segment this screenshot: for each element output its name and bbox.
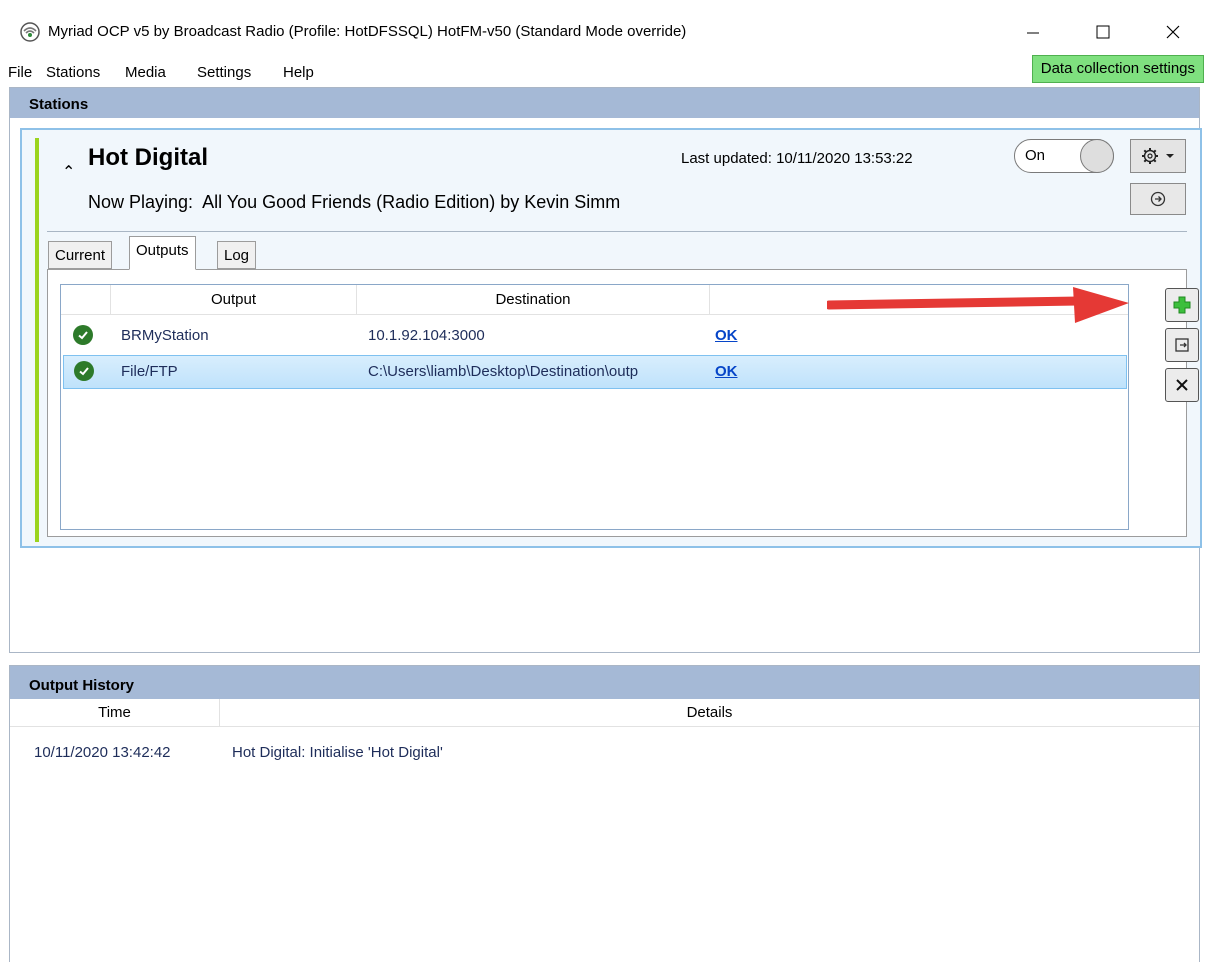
toggle-label: On (1025, 147, 1046, 164)
history-time: 10/11/2020 13:42:42 (34, 744, 171, 761)
table-row[interactable]: File/FTP C:\Users\liamb\Desktop\Destinat… (63, 355, 1127, 389)
menu-stations[interactable]: Stations (46, 64, 100, 81)
go-to-station-button[interactable] (1130, 183, 1186, 215)
app-logo-icon (20, 22, 40, 42)
toggle-knob (1080, 139, 1114, 173)
station-divider (47, 231, 1187, 232)
menu-bar: File Stations Media Settings Help (0, 60, 1209, 87)
minimize-icon (1027, 32, 1039, 34)
maximize-icon (1096, 25, 1110, 39)
collapse-chevron-icon[interactable]: ⌃ (62, 162, 75, 182)
station-name: Hot Digital (88, 144, 208, 171)
tab-log[interactable]: Log (217, 241, 257, 269)
gear-icon (1142, 148, 1158, 164)
tab-outputs[interactable]: Outputs (129, 236, 196, 270)
station-settings-button[interactable] (1130, 139, 1186, 173)
export-output-button[interactable] (1165, 328, 1199, 362)
row-status-link[interactable]: OK (715, 327, 738, 344)
row-destination: C:\Users\liamb\Desktop\Destination\outp (368, 363, 639, 380)
last-updated: Last updated: 10/11/2020 13:53:22 (681, 150, 913, 167)
check-icon (74, 361, 94, 381)
menu-media[interactable]: Media (125, 64, 166, 81)
row-status-link[interactable]: OK (715, 363, 738, 380)
menu-help[interactable]: Help (283, 64, 314, 81)
row-destination: 10.1.92.104:3000 (368, 327, 485, 344)
minimize-button[interactable] (1013, 18, 1053, 46)
dropdown-caret-icon (1166, 154, 1174, 158)
go-arrow-icon (1150, 191, 1166, 207)
now-playing-value: All You Good Friends (Radio Edition) by … (202, 192, 621, 212)
details-column-header[interactable]: Details (220, 699, 1199, 727)
menu-settings[interactable]: Settings (197, 64, 251, 81)
export-icon (1175, 338, 1189, 352)
close-button[interactable] (1153, 18, 1193, 46)
output-column-header[interactable]: Output (111, 285, 357, 315)
list-item[interactable]: 10/11/2020 13:42:42 Hot Digital: Initial… (10, 736, 1199, 766)
maximize-button[interactable] (1083, 18, 1123, 46)
now-playing-label: Now Playing: (88, 192, 194, 212)
stations-panel-header: Stations (10, 88, 1199, 118)
close-icon (1166, 25, 1180, 39)
add-icon (1173, 296, 1191, 314)
station-card: ⌃ Hot Digital Last updated: 10/11/2020 1… (20, 128, 1202, 548)
check-icon (73, 325, 93, 345)
destination-column-header[interactable]: Destination (357, 285, 710, 315)
tab-current[interactable]: Current (48, 241, 113, 269)
history-details: Hot Digital: Initialise 'Hot Digital' (232, 744, 443, 761)
menu-file[interactable]: File (8, 64, 32, 81)
delete-output-button[interactable] (1165, 368, 1199, 402)
delete-icon (1176, 379, 1188, 391)
now-playing: Now Playing: All You Good Friends (Radio… (88, 192, 620, 213)
station-on-toggle[interactable]: On (1014, 139, 1114, 173)
stations-panel: Stations ⌃ Hot Digital Last updated: 10/… (9, 87, 1202, 653)
data-collection-settings-button[interactable]: Data collection settings (1031, 55, 1204, 83)
title-bar: Myriad OCP v5 by Broadcast Radio (Profil… (0, 0, 1209, 60)
window-title: Myriad OCP v5 by Broadcast Radio (Profil… (48, 23, 687, 40)
time-column-header[interactable]: Time (10, 699, 220, 727)
add-output-button[interactable] (1165, 288, 1199, 322)
last-updated-label: Last updated: (681, 150, 772, 167)
output-history-header: Output History (10, 666, 1199, 699)
row-output: BRMyStation (121, 327, 209, 344)
station-status-bar (35, 138, 39, 542)
row-output: File/FTP (121, 363, 178, 380)
annotation-arrow-icon (827, 287, 1129, 323)
output-history-columns: Time Details (10, 699, 1199, 727)
output-history-panel: Output History Time Details 10/11/2020 1… (9, 665, 1200, 962)
last-updated-value: 10/11/2020 13:53:22 (776, 150, 913, 167)
status-column-header (61, 285, 111, 315)
